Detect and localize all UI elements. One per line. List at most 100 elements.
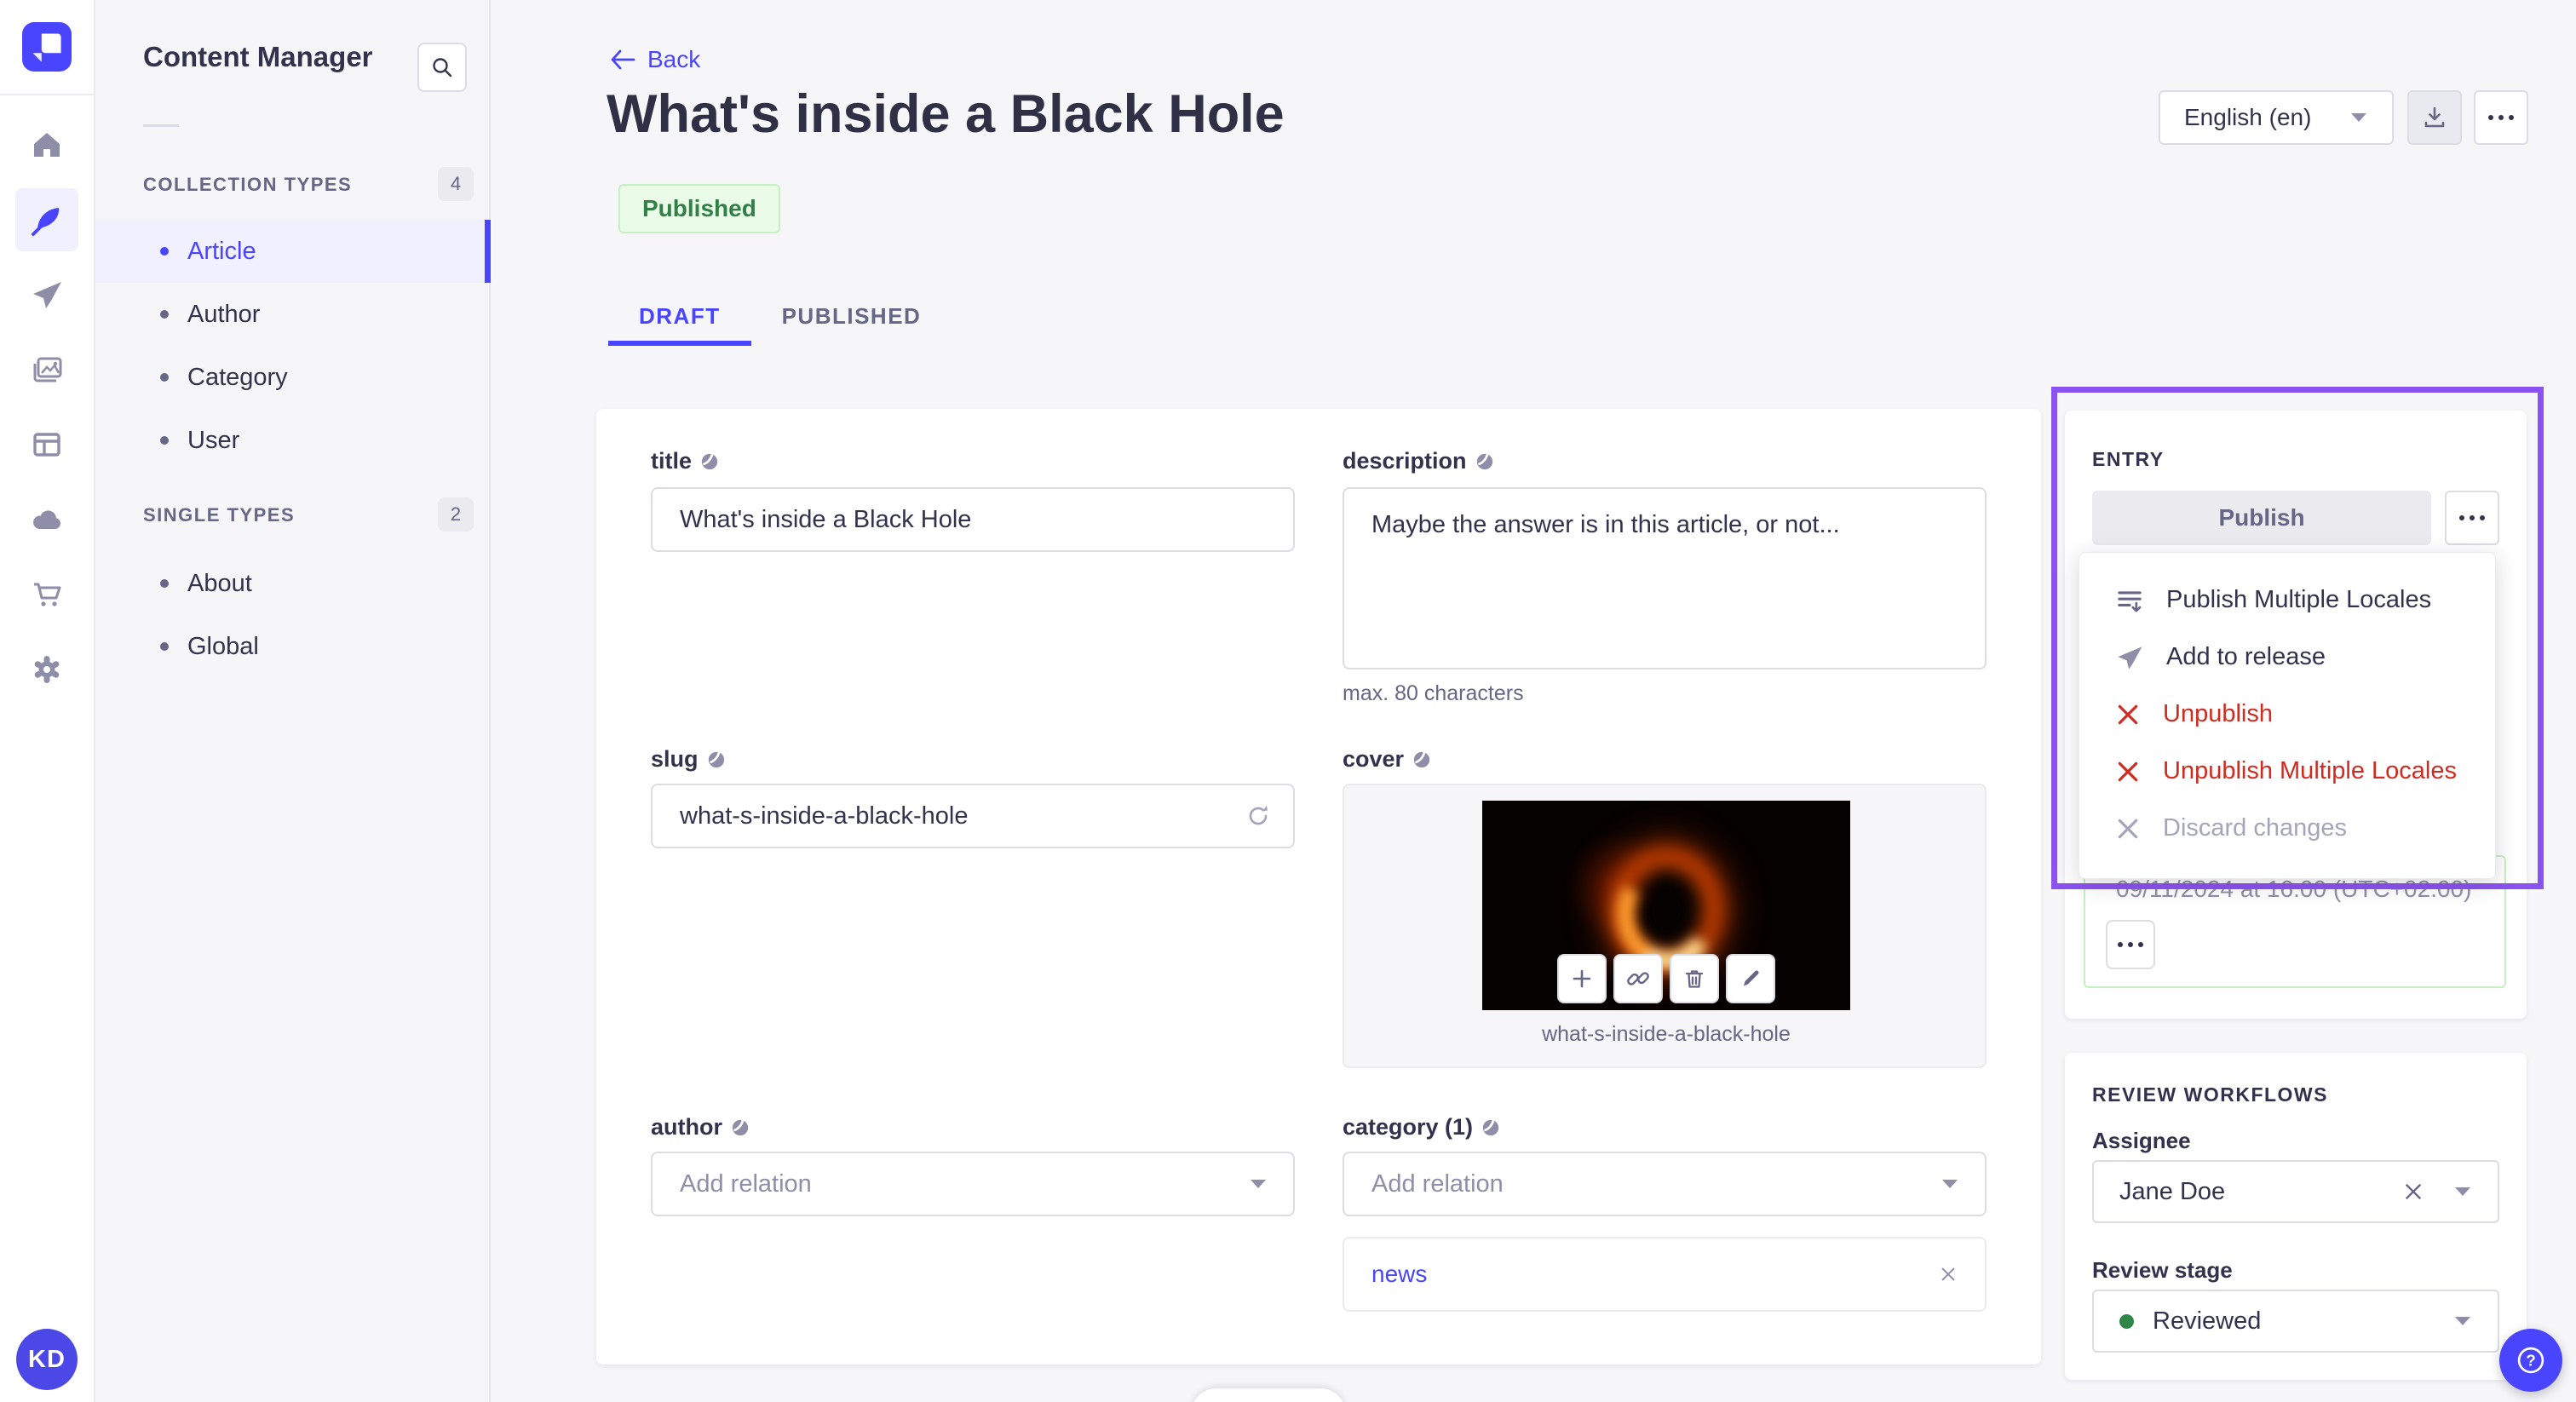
title-input-value: What's inside a Black Hole [680,505,972,533]
title-input[interactable]: What's inside a Black Hole [651,487,1295,552]
globe-icon [1476,453,1492,469]
entry-heading: ENTRY [2092,448,2165,470]
menu-item-unpublish[interactable]: Unpublish [2079,686,2495,743]
add-media-button[interactable] [1557,954,1607,1003]
menu-item-label: Add to release [2166,643,2326,670]
publish-button[interactable]: Publish [2092,491,2431,545]
locale-select[interactable]: English (en) [2159,90,2394,145]
more-dots-icon [2447,492,2498,543]
scheduled-release-date: 09/11/2024 at 16:00 (UTC+02:00) [2116,876,2472,902]
chevron-down-icon [1942,1180,1958,1188]
chevron-down-icon [2351,113,2366,122]
menu-item-discard-changes[interactable]: Discard changes [2079,800,2495,857]
help-button[interactable]: ? [2499,1329,2562,1392]
collection-types-section-header: COLLECTION TYPES 4 [95,167,491,201]
description-hint: max. 80 characters [1343,681,1524,705]
field-label-text: title [651,448,693,474]
settings-gear-icon [15,638,78,701]
review-stage-select[interactable]: Reviewed [2092,1290,2499,1353]
category-field-label: category (1) [1343,1114,1987,1141]
close-icon [1941,1267,1955,1281]
tab-published[interactable]: PUBLISHED [751,286,952,346]
media-library-icon [15,338,78,401]
sidebar-item-author[interactable]: Author [95,283,491,346]
search-button[interactable] [417,43,467,92]
assignee-value: Jane Doe [2119,1177,2226,1205]
sidebar-item-label: Author [187,300,261,328]
globe-icon [708,751,724,767]
svg-text:?: ? [2526,1353,2536,1370]
nav-home[interactable] [0,107,94,182]
assignee-select[interactable]: Jane Doe [2092,1160,2499,1223]
nav-content-type-builder[interactable] [0,407,94,482]
review-stage-label: Review stage [2092,1257,2233,1283]
copy-link-button[interactable] [1613,954,1663,1003]
cross-icon [2118,819,2138,838]
nav-content-manager[interactable] [0,182,94,257]
menu-item-label: Unpublish Multiple Locales [2163,757,2457,784]
cover-field-label: cover [1343,746,1987,773]
bullet-icon [160,373,169,382]
nav-media-library[interactable] [0,332,94,407]
menu-item-publish-multiple-locales[interactable]: Publish Multiple Locales [2079,572,2495,629]
chevron-down-icon [2455,1317,2470,1325]
sidebar-item-user[interactable]: User [95,409,491,472]
nav-settings[interactable] [0,632,94,707]
author-relation-select[interactable]: Add relation [651,1152,1295,1216]
entry-more-button[interactable] [2445,491,2499,545]
content-manager-sidebar: Content Manager COLLECTION TYPES 4 Artic… [95,0,491,1402]
home-icon [15,113,78,176]
clear-assignee-button[interactable] [2402,1181,2424,1203]
tab-draft[interactable]: DRAFT [608,286,751,346]
question-mark-icon: ? [2517,1347,2544,1374]
more-dots-icon [2107,922,2153,968]
release-more-button[interactable] [2106,920,2155,969]
stage-value: Reviewed [2153,1307,2262,1335]
strapi-logo[interactable] [22,22,72,72]
back-link[interactable]: Back [610,46,700,73]
status-badge: Published [618,184,780,233]
nav-marketplace[interactable] [0,557,94,632]
sidebar-item-article[interactable]: Article [95,220,491,283]
slug-input[interactable]: what-s-inside-a-black-hole [651,784,1295,848]
more-dots-icon [2475,92,2527,143]
remove-relation-button[interactable] [1939,1265,1958,1284]
relation-link-news[interactable]: news [1371,1261,1427,1288]
field-label-text: cover [1343,746,1405,772]
edit-media-button[interactable] [1726,954,1775,1003]
description-textarea[interactable]: Maybe the answer is in this article, or … [1343,487,1987,669]
menu-item-add-to-release[interactable]: Add to release [2079,629,2495,686]
nav-cloud[interactable] [0,482,94,557]
back-arrow-icon [611,49,635,70]
field-label-text: author [651,1114,722,1140]
count-badge: 4 [438,167,474,201]
slug-input-value: what-s-inside-a-black-hole [680,802,969,830]
sidebar-item-global[interactable]: Global [95,615,491,678]
back-label: Back [647,46,701,72]
nav-releases[interactable] [0,257,94,332]
description-field-label: description [1343,448,1987,474]
trash-icon [1685,970,1704,988]
publish-options-menu: Publish Multiple Locales Add to release … [2079,552,2496,879]
cross-icon [2118,704,2138,724]
active-indicator [485,220,491,283]
field-label-text: category (1) [1343,1114,1474,1140]
close-icon [2405,1183,2422,1200]
header-more-button[interactable] [2474,90,2528,145]
refresh-icon [1249,805,1268,825]
bullet-icon [160,247,169,256]
sidebar-item-category[interactable]: Category [95,346,491,409]
main-nav-rail: KD [0,0,95,1402]
download-icon [2424,106,2445,128]
delete-media-button[interactable] [1670,954,1719,1003]
download-button[interactable] [2407,90,2462,145]
content-type-builder-icon [15,413,78,476]
regenerate-slug-button[interactable] [1245,785,1271,847]
sidebar-item-about[interactable]: About [95,552,491,615]
releases-paper-plane-icon [15,263,78,326]
sidebar-item-label: Category [187,363,288,391]
assignee-label: Assignee [2092,1128,2191,1153]
user-avatar[interactable]: KD [16,1329,78,1390]
category-relation-select[interactable]: Add relation [1343,1152,1987,1216]
menu-item-unpublish-multiple-locales[interactable]: Unpublish Multiple Locales [2079,743,2495,800]
